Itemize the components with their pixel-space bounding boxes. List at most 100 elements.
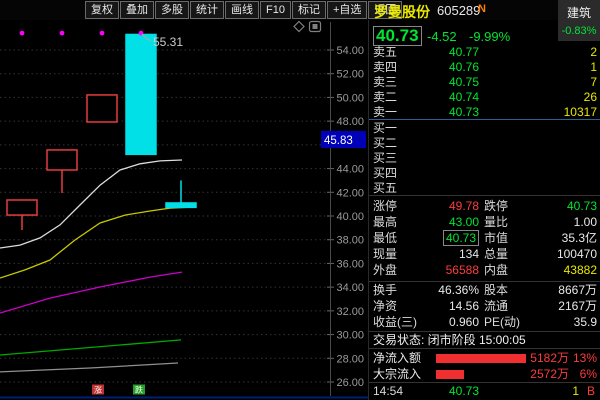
level-price: 40.75 xyxy=(409,75,479,90)
ask-level-row[interactable]: 卖一40.7310317 xyxy=(369,105,600,120)
stat-row: 最高43.00量比1.00 xyxy=(369,214,600,230)
diamond-icon[interactable] xyxy=(294,22,304,32)
flow-label: 大宗流入 xyxy=(373,366,421,382)
flow-value: 5182万 xyxy=(489,350,569,366)
stat-row: 最低40.73市值35.3亿 xyxy=(369,230,600,246)
tick-side: B xyxy=(587,384,595,398)
level-volume: 7 xyxy=(590,75,597,90)
stat-row: 净资14.56 流通 2167万 xyxy=(369,298,600,314)
stat-label: 股本 xyxy=(484,282,508,298)
axis-label: 40.00 xyxy=(336,211,364,223)
level-label: 卖五 xyxy=(373,45,397,60)
stat-label: 最低 xyxy=(373,230,397,246)
bottom-divider xyxy=(0,397,368,399)
tick-time: 14:54 xyxy=(373,384,403,398)
stat-value: 2167万 xyxy=(558,298,597,314)
level-label: 买一 xyxy=(373,121,397,136)
level-label: 卖四 xyxy=(373,60,397,75)
ask-level-row[interactable]: 卖四40.761 xyxy=(369,60,600,75)
money-flow-row: 大宗流入 2572万 6% xyxy=(369,366,600,382)
axis-label: 32.00 xyxy=(336,306,364,318)
axis-label: 38.00 xyxy=(336,235,364,247)
stat-label: 量比 xyxy=(484,214,508,230)
bid-level-row[interactable]: 买四 xyxy=(369,166,600,181)
menu-button-复权[interactable]: 复权 xyxy=(85,1,119,19)
candle-body xyxy=(87,95,117,122)
level-label: 卖一 xyxy=(373,105,397,120)
candlestick-chart[interactable]: 54.0052.0050.0048.0044.0042.0040.0038.00… xyxy=(0,20,368,400)
tick-row: 14:5440.731B xyxy=(369,384,600,398)
axis-label: 50.00 xyxy=(336,92,364,104)
tick-price: 40.73 xyxy=(409,384,479,398)
price-marker-text: 45.83 xyxy=(324,135,353,147)
money-flow: 净流入额5182万13%大宗流入 2572万 6% xyxy=(369,350,600,383)
axis-label: 52.00 xyxy=(336,69,364,81)
level-price: 40.76 xyxy=(409,60,479,75)
ask-level-row[interactable]: 卖三40.757 xyxy=(369,75,600,90)
signal-dot xyxy=(100,31,105,36)
bid-level-row[interactable]: 买三 xyxy=(369,151,600,166)
ask-level-row[interactable]: 卖五40.772 xyxy=(369,45,600,60)
stat-value: 0.960 xyxy=(399,314,479,330)
stat-row: 外盘56588内盘43882 xyxy=(369,262,600,278)
menu-button-+自选[interactable]: +自选 xyxy=(327,1,367,19)
legend-up-label: 涨 xyxy=(94,385,102,395)
stat-label: 外盘 xyxy=(373,262,397,278)
orderbook-divider xyxy=(369,119,600,120)
stats-grid: 涨停49.78跌停40.73最高43.00量比1.00最低40.73市值35.3… xyxy=(369,198,600,330)
bid-level-row[interactable]: 买一 xyxy=(369,121,600,136)
stat-label: 换手 xyxy=(373,282,397,298)
tick-list[interactable]: 14:5440.731B14:5440.731B xyxy=(369,384,600,400)
stat-label: 流通 xyxy=(484,298,508,314)
stat-label: 净资 xyxy=(373,298,397,314)
level-volume: 2 xyxy=(590,45,597,60)
flow-percent: 13% xyxy=(573,350,597,366)
level-label: 买二 xyxy=(373,136,397,151)
ma-magenta-line xyxy=(0,272,182,313)
flow-percent: 6% xyxy=(580,366,597,382)
candle-body xyxy=(166,203,196,207)
stat-value: 40.73 xyxy=(399,230,479,246)
level-label: 买三 xyxy=(373,151,397,166)
stat-value: 14.56 xyxy=(399,298,479,314)
industry-board-button[interactable]: 建筑 -0.83% xyxy=(558,0,600,41)
menu-button-F10[interactable]: F10 xyxy=(260,1,291,19)
menu-button-画线[interactable]: 画线 xyxy=(225,1,259,19)
bid-level-row[interactable]: 买二 xyxy=(369,136,600,151)
stat-value: 100470 xyxy=(557,246,597,262)
axis-label: 28.00 xyxy=(336,353,364,365)
axis-label: 44.00 xyxy=(336,164,364,176)
stock-code: 605289 xyxy=(437,3,480,18)
price-annotation: 55.31 xyxy=(153,35,183,49)
ma-yellow-line xyxy=(0,207,196,278)
axis-label: 34.00 xyxy=(336,282,364,294)
ask-level-row[interactable]: 卖二40.7426 xyxy=(369,90,600,105)
panel-divider xyxy=(369,195,600,196)
stat-value: 46.36% xyxy=(399,282,479,298)
ask-levels: 卖五40.772卖四40.761卖三40.757卖二40.7426卖一40.73… xyxy=(369,45,600,120)
menu-button-多股[interactable]: 多股 xyxy=(155,1,189,19)
axis-label: 26.00 xyxy=(336,377,364,389)
ma-green-line xyxy=(0,340,181,355)
candle-body xyxy=(126,34,156,154)
flow-bar xyxy=(436,370,464,379)
stat-value: 134 xyxy=(399,246,479,262)
stat-label: 最高 xyxy=(373,214,397,230)
level-price: 40.73 xyxy=(409,105,479,120)
stat-value: 35.3亿 xyxy=(562,230,597,246)
industry-name: 建筑 xyxy=(558,4,600,21)
topbar-menu: 复权叠加多股统计画线F10标记+自选返回 xyxy=(85,1,403,19)
ma-gray-line xyxy=(0,363,178,372)
stat-value: 35.9 xyxy=(574,314,597,330)
last-price: 40.73 xyxy=(373,26,422,46)
menu-button-统计[interactable]: 统计 xyxy=(190,1,224,19)
stat-value: 49.78 xyxy=(399,198,479,214)
axis-label: 42.00 xyxy=(336,187,364,199)
axis-label: 54.00 xyxy=(336,45,364,57)
menu-button-叠加[interactable]: 叠加 xyxy=(120,1,154,19)
money-flow-row: 净流入额5182万13% xyxy=(369,350,600,366)
menu-button-标记[interactable]: 标记 xyxy=(292,1,326,19)
stock-app-window: 复权叠加多股统计画线F10标记+自选返回 罗曼股份 605289 N 建筑 -0… xyxy=(0,0,600,400)
flow-value: 2572万 xyxy=(489,366,569,382)
bid-level-row[interactable]: 买五 xyxy=(369,181,600,196)
